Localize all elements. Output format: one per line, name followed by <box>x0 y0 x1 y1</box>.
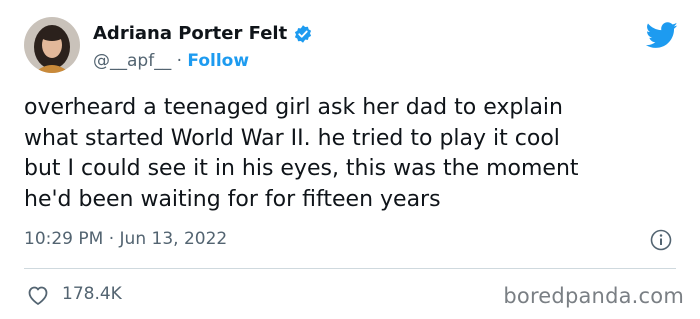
like-count[interactable]: 178.4K <box>62 284 122 304</box>
tweet-text: overheard a teenaged girl ask her dad to… <box>24 95 579 212</box>
handle-row: @__apf__ · Follow <box>93 51 249 71</box>
verified-badge-icon <box>293 24 313 44</box>
handle-separator: · <box>176 51 188 71</box>
tweet-date[interactable]: Jun 13, 2022 <box>120 229 228 249</box>
date-separator: · <box>108 229 120 249</box>
author-handle[interactable]: @__apf__ <box>93 51 171 71</box>
tweet-time[interactable]: 10:29 PM <box>24 229 103 249</box>
twitter-bird-icon[interactable] <box>645 22 678 49</box>
avatar[interactable] <box>24 17 80 73</box>
info-icon[interactable] <box>650 229 672 251</box>
author-name-row[interactable]: Adriana Porter Felt <box>93 23 313 44</box>
watermark: boredpanda.com <box>503 284 684 308</box>
author-name[interactable]: Adriana Porter Felt <box>93 23 287 44</box>
timestamp-row[interactable]: 10:29 PM · Jun 13, 2022 <box>24 229 227 249</box>
divider <box>24 268 676 269</box>
heart-icon[interactable] <box>26 284 50 306</box>
follow-button[interactable]: Follow <box>187 51 249 71</box>
